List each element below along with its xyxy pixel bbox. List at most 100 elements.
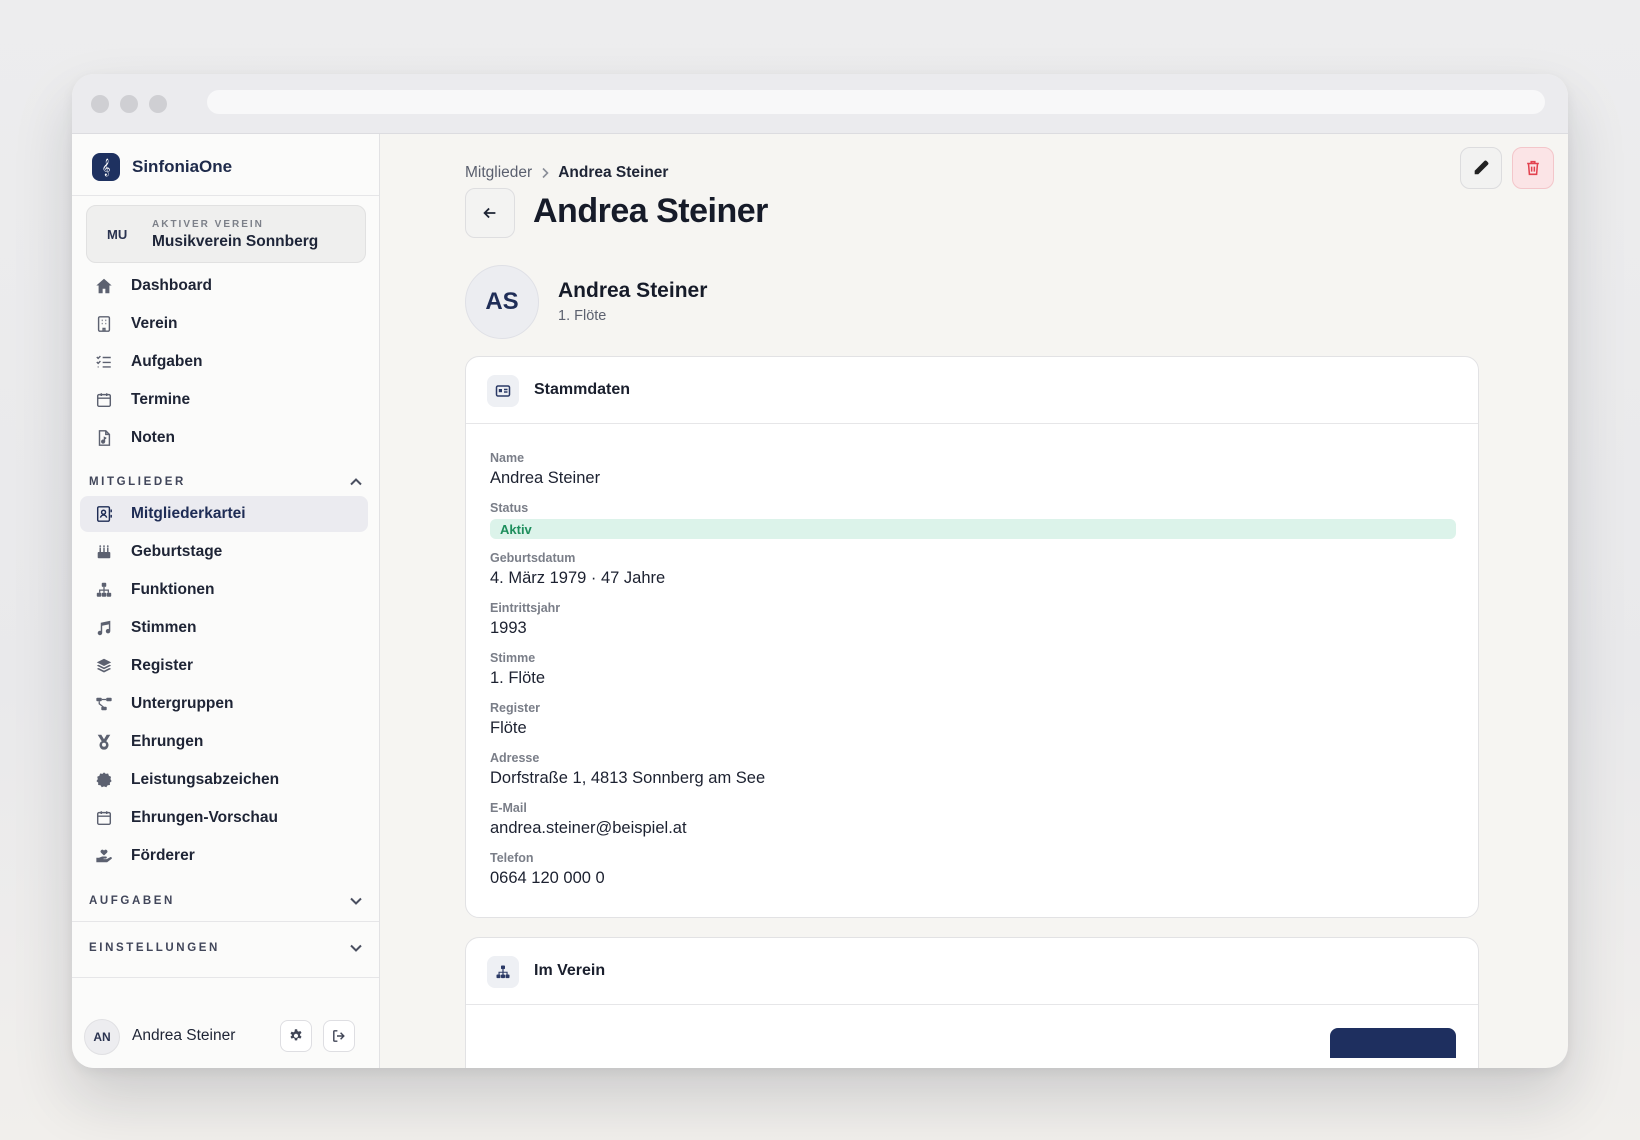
main-content: Mitglieder Andrea Steiner Andrea Steiner… — [381, 134, 1568, 1068]
hierarchy-icon — [94, 580, 114, 600]
hierarchy-icon — [487, 956, 519, 988]
user-avatar[interactable]: AN — [84, 1019, 120, 1055]
tasks-icon — [94, 352, 114, 372]
divider — [72, 977, 379, 978]
nav-item-label: Untergruppen — [131, 695, 234, 712]
sidebar: 𝄞 SinfoniaOne MU AKTIVER VEREIN Musikver… — [72, 134, 380, 1068]
field-label-address: Adresse — [490, 751, 540, 765]
app-name: SinfoniaOne — [132, 157, 233, 176]
field-value-register: Flöte — [490, 719, 527, 737]
sheet-music-icon — [94, 428, 114, 448]
field-value-voice: 1. Flöte — [490, 669, 546, 687]
gear-icon — [290, 1029, 302, 1041]
field-label-name: Name — [490, 451, 525, 465]
nav-item-label: Förderer — [131, 847, 195, 864]
field-label-register: Register — [490, 701, 541, 715]
settings-button[interactable] — [280, 1020, 312, 1052]
field-label-phone: Telefon — [490, 851, 534, 865]
nav-item-label: Noten — [131, 429, 175, 446]
app-window: 𝄞 SinfoniaOne MU AKTIVER VEREIN Musikver… — [72, 74, 1568, 1068]
user-name: Andrea Steiner — [132, 1027, 236, 1044]
breadcrumb-parent-link[interactable]: Mitglieder — [465, 164, 532, 182]
nav-item-geburtstage[interactable]: Geburtstage — [80, 534, 368, 570]
member-voice: 1. Flöte — [558, 308, 607, 324]
brand[interactable]: 𝄞 SinfoniaOne — [92, 152, 232, 182]
nav-item-ehrungen-vorschau[interactable]: Ehrungen-Vorschau — [80, 800, 368, 836]
field-value-email[interactable]: andrea.steiner@beispiel.at — [490, 819, 687, 838]
nav-item-label: Verein — [131, 315, 178, 332]
medal-icon — [94, 732, 114, 752]
section-header-aufgaben[interactable]: AUFGABEN — [89, 895, 175, 907]
field-label-voice: Stimme — [490, 651, 536, 665]
stammdaten-card: Stammdaten Name Andrea Steiner Status Ak… — [465, 356, 1479, 918]
chevron-up-icon[interactable] — [347, 473, 365, 491]
window-minimize-dot[interactable] — [120, 95, 138, 113]
field-value-phone[interactable]: 0664 120 000 0 — [490, 869, 605, 888]
delete-button[interactable] — [1512, 147, 1554, 189]
divider — [72, 921, 379, 922]
edit-button[interactable] — [1460, 147, 1502, 189]
contact-card-icon — [94, 504, 114, 524]
nav-item-register[interactable]: Register — [80, 648, 368, 684]
field-value-entry-year: 1993 — [490, 619, 527, 637]
nav-item-mitgliederkartei[interactable]: Mitgliederkartei — [80, 496, 368, 532]
card-header: Stammdaten — [466, 357, 1478, 424]
back-button[interactable] — [465, 188, 515, 238]
nav-item-foerderer[interactable]: Förderer — [80, 838, 368, 874]
nav-item-noten[interactable]: Noten — [80, 420, 368, 456]
nav-item-label: Register — [131, 657, 194, 674]
breadcrumb-current: Andrea Steiner — [558, 164, 669, 181]
nav-item-funktionen[interactable]: Funktionen — [80, 572, 368, 608]
card-title: Im Verein — [534, 962, 606, 979]
section-header-mitglieder[interactable]: MITGLIEDER — [89, 476, 186, 488]
nav-item-leistungsabzeichen[interactable]: Leistungsabzeichen — [80, 762, 368, 798]
logout-icon — [333, 1030, 345, 1042]
primary-action-button[interactable] — [1330, 1028, 1456, 1058]
field-label-entry-year: Eintrittsjahr — [490, 601, 561, 615]
cake-icon — [94, 542, 114, 562]
card-title: Stammdaten — [534, 381, 631, 398]
section-header-einstellungen[interactable]: EINSTELLUNGEN — [89, 942, 220, 954]
hand-heart-icon — [94, 846, 114, 866]
nav-item-label: Ehrungen-Vorschau — [131, 809, 278, 826]
address-bar[interactable] — [207, 90, 1545, 114]
field-label-email: E-Mail — [490, 801, 527, 815]
nav-item-label: Geburtstage — [131, 543, 223, 560]
status-badge: Aktiv — [490, 519, 1456, 539]
field-label-birthdate: Geburtsdatum — [490, 551, 576, 565]
nav-item-label: Mitgliederkartei — [131, 505, 246, 522]
nav-item-label: Leistungsabzeichen — [131, 771, 280, 788]
chevron-down-icon[interactable] — [347, 939, 365, 957]
page-title: Andrea Steiner — [533, 192, 768, 230]
nav-item-label: Ehrungen — [131, 733, 204, 750]
nav-item-ehrungen[interactable]: Ehrungen — [80, 724, 368, 760]
window-zoom-dot[interactable] — [149, 95, 167, 113]
calendar-icon — [94, 390, 114, 410]
active-club-switcher[interactable]: MU AKTIVER VEREIN Musikverein Sonnberg — [86, 205, 366, 263]
nav-item-verein[interactable]: Verein — [80, 306, 368, 342]
music-note-icon — [94, 618, 114, 638]
home-icon — [94, 276, 114, 296]
nav-item-stimmen[interactable]: Stimmen — [80, 610, 368, 646]
field-value-birthdate: 4. März 1979 · 47 Jahre — [490, 569, 666, 587]
status-badge-text: Aktiv — [500, 522, 532, 537]
layers-icon — [94, 656, 114, 676]
arrow-left-icon — [483, 207, 496, 219]
nav-item-label: Termine — [131, 391, 191, 408]
im-verein-card: Im Verein — [465, 937, 1479, 1068]
nav-item-aufgaben[interactable]: Aufgaben — [80, 344, 368, 380]
nav-item-dashboard[interactable]: Dashboard — [80, 268, 368, 304]
nav-item-label: Funktionen — [131, 581, 215, 598]
badge-icon — [94, 770, 114, 790]
card-header: Im Verein — [466, 938, 1478, 1005]
nav-item-untergruppen[interactable]: Untergruppen — [80, 686, 368, 722]
window-close-dot[interactable] — [91, 95, 109, 113]
nav-item-termine[interactable]: Termine — [80, 382, 368, 418]
chevron-down-icon[interactable] — [347, 892, 365, 910]
divider — [72, 195, 379, 196]
nav-item-label: Dashboard — [131, 277, 212, 294]
logout-button[interactable] — [323, 1020, 355, 1052]
field-value-name: Andrea Steiner — [490, 469, 601, 487]
breadcrumb: Mitglieder Andrea Steiner — [465, 164, 668, 182]
chevron-right-icon — [542, 167, 549, 179]
